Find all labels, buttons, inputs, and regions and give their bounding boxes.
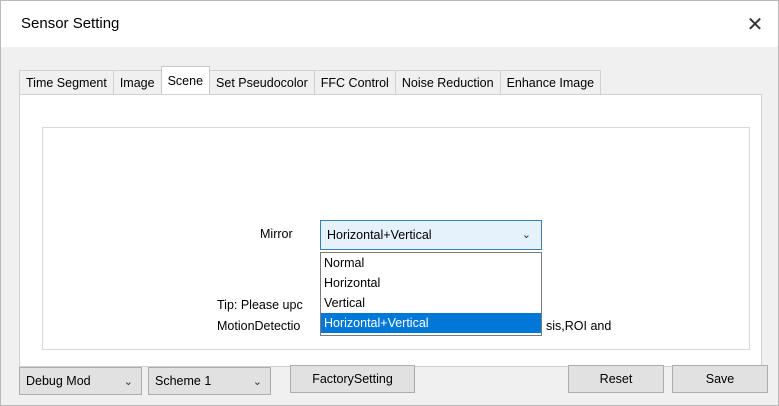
mirror-select-value: Horizontal+Vertical bbox=[327, 228, 432, 242]
tab-scene[interactable]: Scene bbox=[160, 66, 211, 94]
mirror-option-normal[interactable]: Normal bbox=[321, 253, 541, 273]
chevron-down-icon: ⌄ bbox=[252, 376, 262, 388]
tab-time-segment[interactable]: Time Segment bbox=[19, 70, 114, 94]
tab-enhance-image[interactable]: Enhance Image bbox=[499, 70, 602, 94]
tab-bar: Time Segment Image Scene Set Pseudocolor… bbox=[19, 66, 602, 94]
tab-image[interactable]: Image bbox=[112, 70, 162, 94]
scheme-select[interactable]: Scheme 1 ⌄ bbox=[148, 367, 271, 395]
title-bar: Sensor Setting ✕ bbox=[1, 1, 778, 47]
tip-text-line-1: Tip: Please upc bbox=[217, 298, 303, 312]
chevron-down-icon: ⌄ bbox=[521, 229, 531, 241]
debug-mode-value: Debug Mod bbox=[26, 374, 91, 388]
tab-ffc-control[interactable]: FFC Control bbox=[313, 70, 396, 94]
close-button[interactable]: ✕ bbox=[732, 1, 778, 47]
tab-noise-reduction[interactable]: Noise Reduction bbox=[394, 70, 501, 94]
mirror-select[interactable]: Horizontal+Vertical ⌄ bbox=[320, 220, 542, 250]
tip-text-line-2: MotionDetectio bbox=[217, 319, 301, 333]
mirror-label: Mirror bbox=[260, 227, 293, 241]
sensor-setting-window: Sensor Setting ✕ Time Segment Image Scen… bbox=[0, 0, 779, 406]
scheme-value: Scheme 1 bbox=[155, 374, 212, 388]
reset-button[interactable]: Reset bbox=[568, 365, 664, 393]
factory-setting-button[interactable]: FactorySetting bbox=[290, 365, 415, 393]
chevron-down-icon: ⌄ bbox=[123, 376, 133, 388]
window-title: Sensor Setting bbox=[21, 15, 120, 32]
debug-mode-select[interactable]: Debug Mod ⌄ bbox=[19, 367, 142, 395]
close-icon: ✕ bbox=[746, 13, 764, 36]
mirror-option-horizontal[interactable]: Horizontal bbox=[321, 273, 541, 293]
mirror-option-horizontal-vertical[interactable]: Horizontal+Vertical bbox=[321, 313, 541, 333]
save-button[interactable]: Save bbox=[672, 365, 768, 393]
tab-set-pseudocolor[interactable]: Set Pseudocolor bbox=[209, 70, 315, 94]
tip-text-line-2-end: sis,ROI and bbox=[546, 319, 612, 333]
mirror-option-vertical[interactable]: Vertical bbox=[321, 293, 541, 313]
mirror-dropdown-list: Normal Horizontal Vertical Horizontal+Ve… bbox=[320, 252, 542, 336]
